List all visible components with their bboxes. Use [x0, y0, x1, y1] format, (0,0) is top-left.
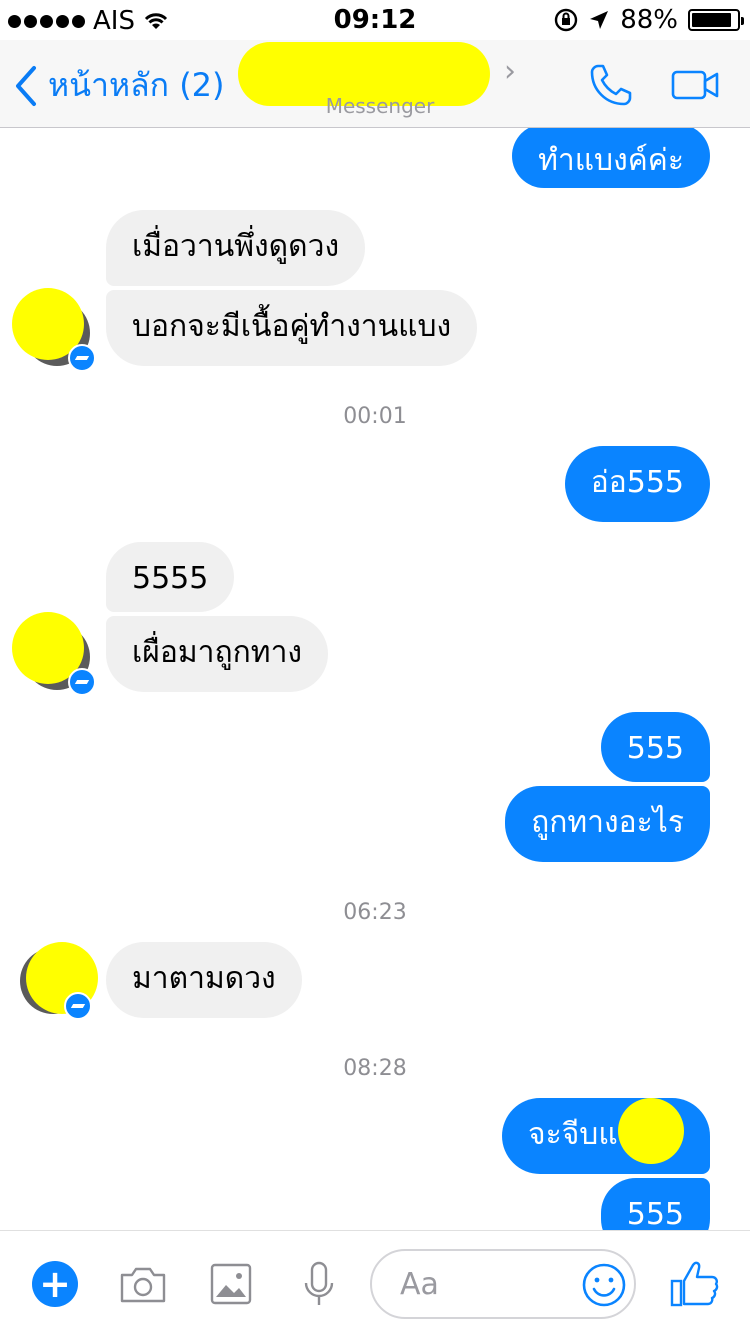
title-chevron-icon: › — [504, 54, 516, 89]
timestamp: 00:01 — [343, 404, 407, 429]
contact-avatar[interactable] — [20, 942, 98, 1020]
back-button[interactable]: หน้าหลัก (2) — [14, 60, 225, 111]
status-bar: AIS 09:12 88% — [0, 0, 750, 40]
phone-icon[interactable] — [586, 60, 636, 110]
message-incoming[interactable]: 5555 — [106, 542, 235, 612]
camera-icon — [120, 1267, 166, 1303]
title-subtitle: Messenger — [325, 94, 435, 118]
gallery-button[interactable] — [206, 1259, 256, 1313]
plus-button[interactable]: + — [32, 1261, 78, 1307]
location-arrow-icon — [590, 11, 609, 29]
lock-rotation-icon — [555, 8, 578, 32]
message-outgoing[interactable]: ถูกทางอะไร — [505, 786, 710, 862]
messenger-badge-icon — [68, 668, 96, 696]
back-label: หน้าหลัก (2) — [48, 66, 225, 104]
message-outgoing[interactable]: อ่อ555 — [564, 446, 710, 522]
redacted-text — [618, 1098, 684, 1164]
message-input-placeholder: Aa — [400, 1266, 439, 1302]
video-icon[interactable] — [670, 60, 720, 110]
like-button[interactable] — [668, 1257, 722, 1315]
microphone-icon — [304, 1261, 334, 1305]
conversation[interactable]: ทำแบงค์ค่ะ เมื่อวานพึ่งดูดวง บอกจะมีเนื้… — [0, 128, 750, 1230]
messenger-badge-icon — [64, 992, 92, 1020]
message-outgoing[interactable]: 555 — [600, 712, 710, 782]
battery-icon — [688, 9, 744, 31]
voice-button[interactable] — [294, 1259, 344, 1313]
timestamp: 08:28 — [343, 1056, 407, 1081]
status-right: 88% — [554, 5, 744, 35]
plus-icon: + — [39, 1262, 71, 1306]
back-chevron-icon — [16, 65, 36, 106]
image-icon — [210, 1263, 252, 1305]
contact-avatar[interactable] — [12, 612, 96, 696]
composer-bar: + Aa — [0, 1230, 750, 1334]
message-outgoing[interactable]: 555 — [600, 1178, 710, 1230]
contact-avatar[interactable] — [12, 288, 96, 372]
nav-actions — [586, 60, 720, 110]
message-incoming[interactable]: เผื่อมาถูกทาง — [106, 616, 329, 692]
message-incoming[interactable]: มาตามดวง — [106, 942, 302, 1018]
emoji-icon — [582, 1263, 626, 1307]
message-incoming[interactable]: บอกจะมีเนื้อคู่ทำงานแบง — [106, 290, 478, 366]
emoji-button[interactable] — [580, 1261, 628, 1313]
messenger-badge-icon — [68, 344, 96, 372]
thumbs-up-icon — [670, 1261, 719, 1307]
message-incoming[interactable]: เมื่อวานพึ่งดูดวง — [106, 210, 366, 286]
message-outgoing[interactable]: ทำแบงค์ค่ะ — [512, 128, 710, 188]
camera-button[interactable] — [118, 1259, 168, 1313]
nav-bar: หน้าหลัก (2) › Messenger — [0, 40, 750, 128]
battery-percent: 88% — [620, 5, 678, 35]
timestamp: 06:23 — [343, 900, 407, 925]
